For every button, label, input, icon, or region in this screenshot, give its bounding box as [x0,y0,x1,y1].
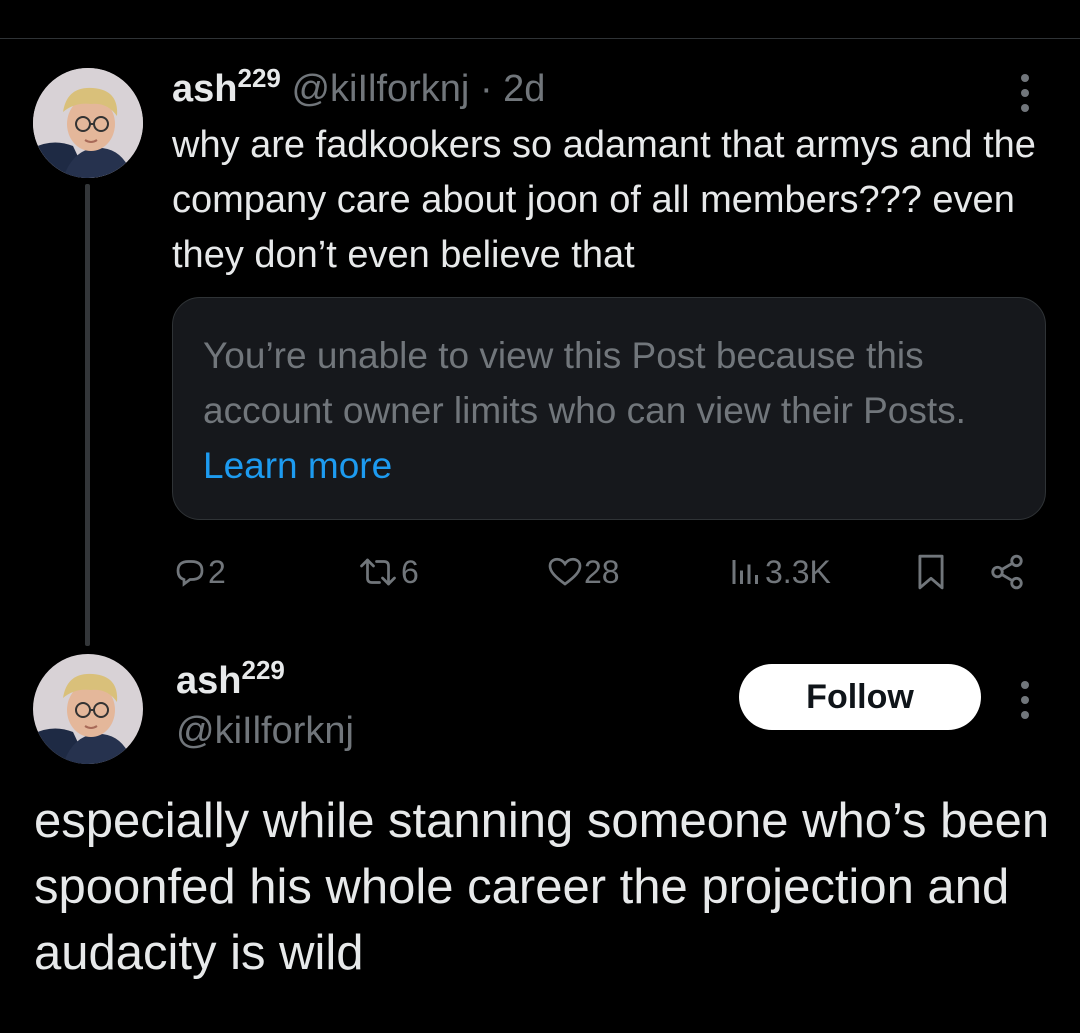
separator: · [479,68,493,110]
avatar[interactable] [33,654,143,764]
unavailable-message: You’re unable to view this Post because … [203,335,966,431]
post-text: especially while stanning someone who’s … [34,794,1050,980]
handle[interactable]: @kiIlforknj [291,68,469,110]
follow-button[interactable]: Follow [739,664,981,730]
share-icon [991,554,1023,590]
timestamp[interactable]: 2d [503,68,545,110]
action-bar: 2 6 28 3.3K [172,548,1052,598]
more-vertical-icon[interactable] [1017,74,1033,112]
views-button[interactable]: 3.3K [727,548,831,596]
repost-icon [360,558,396,586]
post-text: why are fadkookers so adamant that armys… [172,124,1036,276]
share-button[interactable] [987,548,1027,596]
bookmark-button[interactable] [914,548,948,596]
repost-button[interactable]: 6 [355,548,419,596]
display-name[interactable]: ash229 [176,657,285,704]
like-count: 28 [584,553,620,590]
display-name[interactable]: ash229 [172,65,281,110]
post-header: ash229 @kiIlforknj · 2d [172,65,545,112]
reply-count: 2 [208,553,226,590]
heart-icon [548,557,582,586]
repost-count: 6 [401,553,419,590]
bookmark-icon [918,554,944,590]
handle[interactable]: @kiIlforknj [176,708,354,754]
like-button[interactable]: 28 [546,548,620,596]
post-thread: ash229 @kiIlforknj · 2d why are fadkooke… [0,0,1080,1033]
reply-icon [176,560,204,587]
avatar[interactable] [33,68,143,178]
divider [0,38,1080,39]
quoted-post-unavailable: You’re unable to view this Post because … [172,297,1046,520]
learn-more-link[interactable]: Learn more [203,445,392,486]
views-icon [732,560,758,584]
thread-connector-line [85,184,90,646]
views-count: 3.3K [765,553,831,590]
reply-button[interactable]: 2 [172,548,226,596]
more-vertical-icon[interactable] [1017,681,1033,719]
